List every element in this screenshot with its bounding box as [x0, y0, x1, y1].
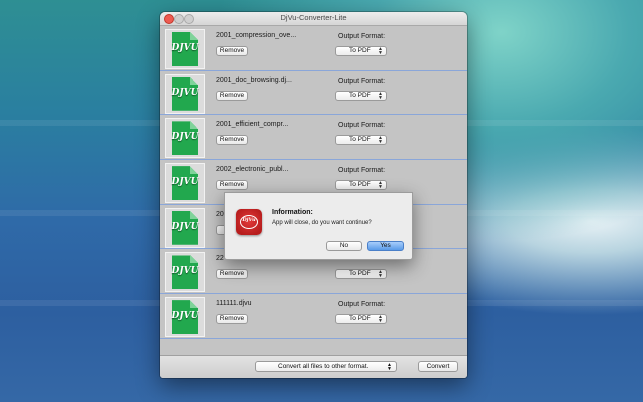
djvu-file-icon: DJVU: [165, 118, 205, 159]
select-arrows-icon: ▲ ▼: [378, 269, 383, 280]
bottom-toolbar: Convert all files to other format. ▲ ▼ Con…: [160, 355, 467, 378]
djvu-file-icon: DJVU: [165, 29, 205, 69]
select-arrows-icon: ▲ ▼: [378, 90, 383, 101]
file-name: 111111.djvu: [216, 300, 252, 308]
titlebar: DjVu-Converter-Lite: [160, 12, 467, 26]
remove-button[interactable]: Remove: [216, 90, 248, 101]
file-row: DJVU 2001_compression_ove... Remove Outp…: [160, 26, 467, 71]
djvu-file-icon: DJVU: [165, 297, 205, 338]
djvu-file-icon: DJVU: [165, 207, 205, 248]
output-format-select[interactable]: To PDF ▲ ▼: [335, 46, 387, 56]
select-arrows-icon: ▲ ▼: [378, 180, 383, 191]
remove-button[interactable]: Remove: [216, 46, 248, 56]
remove-button[interactable]: Remove: [216, 314, 248, 325]
output-format-select[interactable]: To PDF ▲ ▼: [335, 135, 387, 146]
output-format-select[interactable]: To PDF ▲ ▼: [335, 90, 387, 101]
output-format-select[interactable]: To PDF ▲ ▼: [335, 314, 387, 325]
output-format-label: Output Format:: [338, 167, 386, 175]
yes-button[interactable]: Yes: [367, 241, 404, 251]
file-name: 2002_electronic_publ...: [216, 166, 289, 174]
no-button[interactable]: No: [326, 241, 362, 251]
app-icon: DjVu: [236, 209, 262, 235]
file-row: DJVU 2001_efficient_compr... Remove Outp…: [160, 115, 467, 161]
djvu-file-icon: DJVU: [165, 163, 205, 204]
remove-button[interactable]: Remove: [216, 135, 248, 146]
output-format-label: Output Format:: [338, 122, 386, 130]
djvu-file-icon: DJVU: [165, 252, 205, 293]
file-row: DJVU 111111.djvu Remove Output Format: T…: [160, 294, 467, 339]
select-arrows-icon: ▲ ▼: [387, 362, 392, 372]
output-format-label: Output Format:: [338, 301, 386, 309]
file-name: 22: [216, 255, 224, 263]
information-dialog: DjVu Information: App will close, do you…: [224, 192, 413, 260]
output-format-select[interactable]: To PDF ▲ ▼: [335, 269, 387, 280]
output-format-label: Output Format:: [338, 33, 386, 40]
dialog-title: Information:: [272, 209, 313, 216]
convert-all-select[interactable]: Convert all files to other format. ▲ ▼: [255, 361, 397, 372]
remove-button[interactable]: Remove: [216, 269, 248, 280]
select-arrows-icon: ▲ ▼: [378, 314, 383, 325]
file-name: 20: [216, 210, 224, 218]
select-arrows-icon: ▲ ▼: [378, 46, 383, 56]
convert-button[interactable]: Convert: [418, 361, 458, 372]
remove-button[interactable]: Remove: [216, 180, 248, 191]
file-name: 2001_doc_browsing.dj...: [216, 76, 292, 84]
output-format-label: Output Format:: [338, 77, 386, 85]
file-name: 2001_efficient_compr...: [216, 121, 289, 129]
file-name: 2001_compression_ove...: [216, 32, 297, 39]
output-format-select[interactable]: To PDF ▲ ▼: [335, 180, 387, 191]
djvu-file-icon: DJVU: [165, 73, 205, 114]
file-list[interactable]: DJVU 2001_compression_ove... Remove Outp…: [160, 26, 467, 354]
file-row: DJVU 2001_doc_browsing.dj... Remove Outp…: [160, 71, 467, 116]
dialog-message: App will close, do you want continue?: [272, 220, 372, 226]
window-title: DjVu-Converter-Lite: [280, 13, 347, 22]
select-arrows-icon: ▲ ▼: [378, 135, 383, 146]
